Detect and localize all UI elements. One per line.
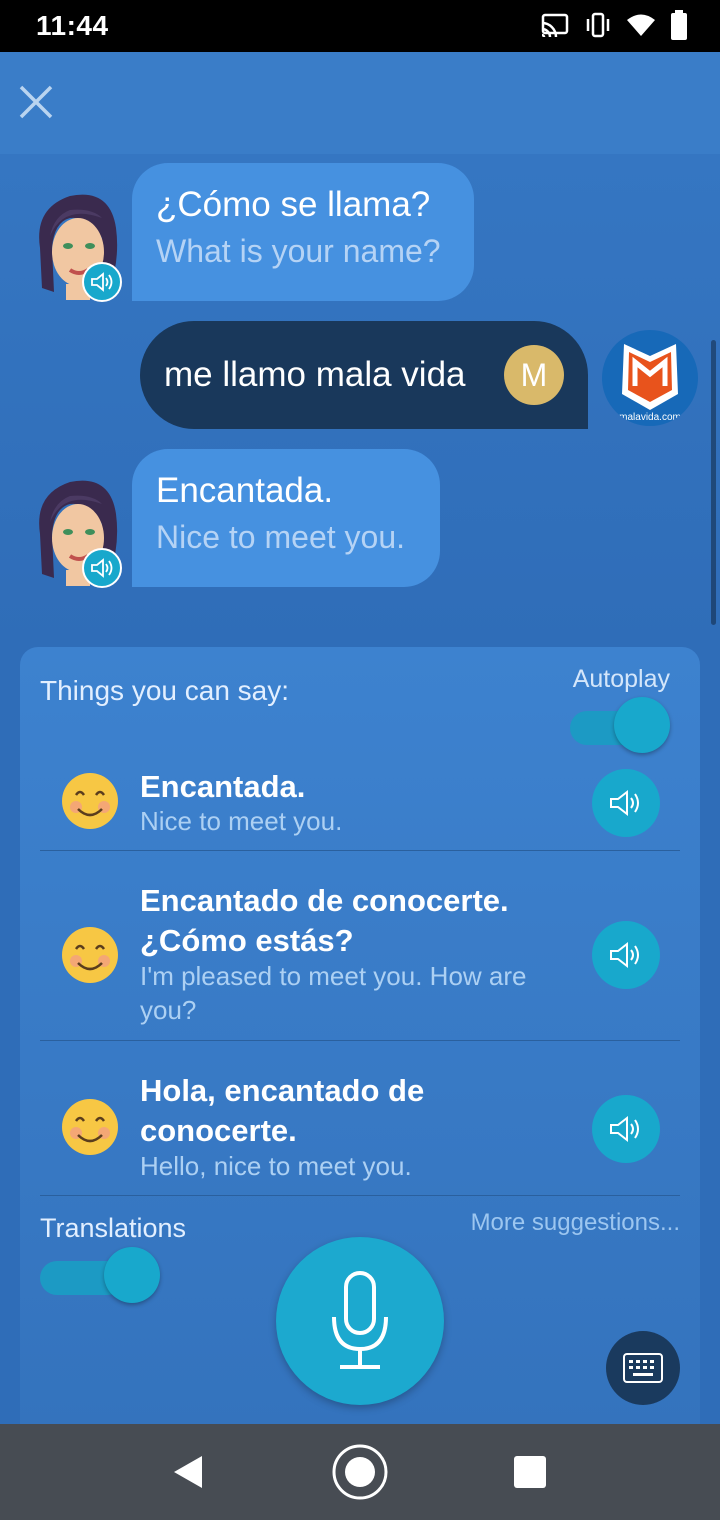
microphone-icon	[332, 1271, 388, 1369]
translations-label: Translations	[40, 1213, 187, 1243]
home-icon	[332, 1444, 388, 1500]
panel-title: Things you can say:	[40, 675, 290, 706]
bot-message-bubble: Encantada. Nice to meet you.	[132, 449, 440, 587]
speaker-icon	[610, 789, 639, 817]
home-button[interactable]	[330, 1442, 390, 1502]
speaker-icon	[610, 941, 639, 969]
toggle-knob	[104, 1247, 160, 1303]
keyboard-button[interactable]	[606, 1331, 680, 1405]
smile-emoji-icon	[62, 1099, 118, 1155]
bot-speaker-button[interactable]	[82, 548, 122, 588]
suggestion-item[interactable]: Encantada. Nice to meet you.	[40, 747, 680, 851]
suggestion-text: Encantado de conocerte. ¿Cómo estás?	[140, 883, 509, 958]
message-text: ¿Cómo se llama?	[156, 185, 431, 224]
user-initial-badge: M	[504, 345, 564, 405]
suggestion-speaker-button[interactable]	[592, 921, 660, 989]
app-bar	[0, 52, 720, 154]
vibrate-icon	[586, 12, 610, 38]
more-suggestions-link[interactable]: More suggestions...	[471, 1209, 680, 1237]
speaker-icon	[610, 1115, 639, 1143]
autoplay-label: Autoplay	[572, 665, 670, 693]
suggestion-item[interactable]: Hola, encantado de conocerte. Hello, nic…	[40, 1041, 680, 1196]
suggestion-translation: Hello, nice to meet you.	[140, 1151, 412, 1181]
suggestion-item[interactable]: Encantado de conocerte. ¿Cómo estás? I'm…	[40, 851, 680, 1041]
status-time: 11:44	[36, 10, 109, 41]
wifi-icon	[627, 14, 655, 36]
recents-icon	[514, 1456, 546, 1488]
suggestion-translation: Nice to meet you.	[140, 806, 343, 836]
bot-avatar	[30, 188, 126, 302]
toggle-knob	[614, 697, 670, 753]
translations-toggle[interactable]	[40, 1247, 160, 1303]
recents-button[interactable]	[500, 1442, 560, 1502]
back-icon	[174, 1456, 202, 1488]
cast-icon	[541, 13, 569, 37]
suggestion-speaker-button[interactable]	[592, 769, 660, 837]
speaker-icon	[91, 272, 113, 292]
suggestion-speaker-button[interactable]	[592, 1095, 660, 1163]
battery-icon	[671, 10, 687, 40]
suggestion-text: Hola, encantado de conocerte.	[140, 1073, 425, 1148]
microphone-button[interactable]	[276, 1237, 444, 1405]
message-text: Encantada.	[156, 471, 334, 510]
autoplay-toggle[interactable]	[570, 697, 670, 753]
user-message-bubble: me llamo mala vida M	[140, 321, 588, 429]
keyboard-icon	[623, 1353, 663, 1383]
bot-speaker-button[interactable]	[82, 262, 122, 302]
bot-message-bubble: ¿Cómo se llama? What is your name?	[132, 163, 474, 301]
message-translation: What is your name?	[156, 233, 441, 269]
close-icon	[19, 85, 53, 119]
smile-emoji-icon	[62, 927, 118, 983]
suggestion-text: Encantada.	[140, 769, 306, 804]
suggestion-translation: I'm pleased to meet you. How are you?	[140, 961, 527, 1025]
suggestions-panel: Things you can say: Autoplay Encantada. …	[20, 647, 700, 1427]
bot-avatar	[30, 474, 126, 588]
system-nav-bar	[0, 1424, 720, 1520]
scrollbar[interactable]	[711, 340, 716, 625]
message-translation: Nice to meet you.	[156, 519, 405, 555]
logo-text: malavida.com	[619, 412, 681, 423]
status-bar: 11:44	[0, 0, 720, 52]
close-button[interactable]	[16, 82, 56, 122]
user-avatar: malavida.com	[602, 330, 698, 426]
smile-emoji-icon	[62, 773, 118, 829]
back-button[interactable]	[158, 1442, 218, 1502]
message-text: me llamo mala vida	[164, 355, 466, 394]
chat-area[interactable]: ¿Cómo se llama? What is your name? me ll…	[0, 154, 720, 644]
status-icons	[540, 10, 688, 40]
speaker-icon	[91, 558, 113, 578]
